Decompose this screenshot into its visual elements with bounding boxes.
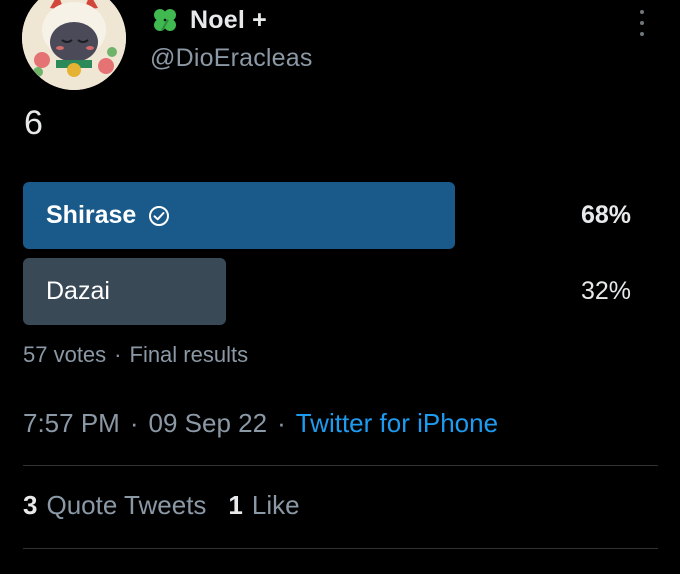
dot — [640, 10, 644, 14]
more-options-icon[interactable] — [632, 10, 652, 36]
separator: · — [114, 342, 122, 367]
poll-status: Final results — [129, 342, 249, 367]
poll-option-percent: 68% — [580, 201, 631, 229]
checkmark-circle-icon — [148, 205, 170, 227]
tweet-timestamp-row: 7:57 PM · 09 Sep 22 · Twitter for iPhone — [23, 408, 498, 439]
separator: · — [277, 408, 286, 438]
author-name-row[interactable]: Noel + — [150, 4, 267, 36]
dot — [640, 21, 644, 25]
poll-summary: 57 votes · Final results — [23, 342, 248, 368]
divider — [23, 465, 658, 466]
four-leaf-clover-icon — [150, 5, 180, 35]
tweet-date[interactable]: 09 Sep 22 — [149, 408, 268, 439]
avatar-image — [22, 0, 126, 90]
avatar[interactable] — [22, 0, 126, 90]
likes-count: 1 — [228, 490, 243, 520]
quote-tweets-label: Quote Tweets — [46, 490, 207, 520]
tweet-text: 6 — [24, 104, 43, 142]
dot — [640, 32, 644, 36]
separator: · — [129, 408, 139, 438]
poll-option-label: Dazai — [46, 277, 110, 305]
user-handle[interactable]: @DioEracleas — [150, 44, 313, 73]
poll-option-percent: 32% — [580, 277, 631, 305]
divider — [23, 548, 658, 549]
likes-link[interactable]: 1 Like — [228, 490, 299, 521]
quote-tweets-link[interactable]: 3 Quote Tweets — [23, 490, 206, 521]
tweet-source-link[interactable]: Twitter for iPhone — [296, 408, 498, 439]
quote-tweets-count: 3 — [23, 490, 38, 520]
display-name: Noel + — [190, 5, 267, 34]
poll-option-dazai: Dazai — [46, 258, 110, 325]
poll-option-label: Shirase — [46, 201, 137, 229]
tweet-time[interactable]: 7:57 PM — [23, 408, 120, 439]
engagement-stats: 3 Quote Tweets 1 Like — [23, 490, 300, 521]
likes-label: Like — [251, 490, 300, 520]
poll-vote-count: 57 votes — [23, 342, 107, 367]
poll-option-shirase: Shirase — [46, 182, 170, 249]
